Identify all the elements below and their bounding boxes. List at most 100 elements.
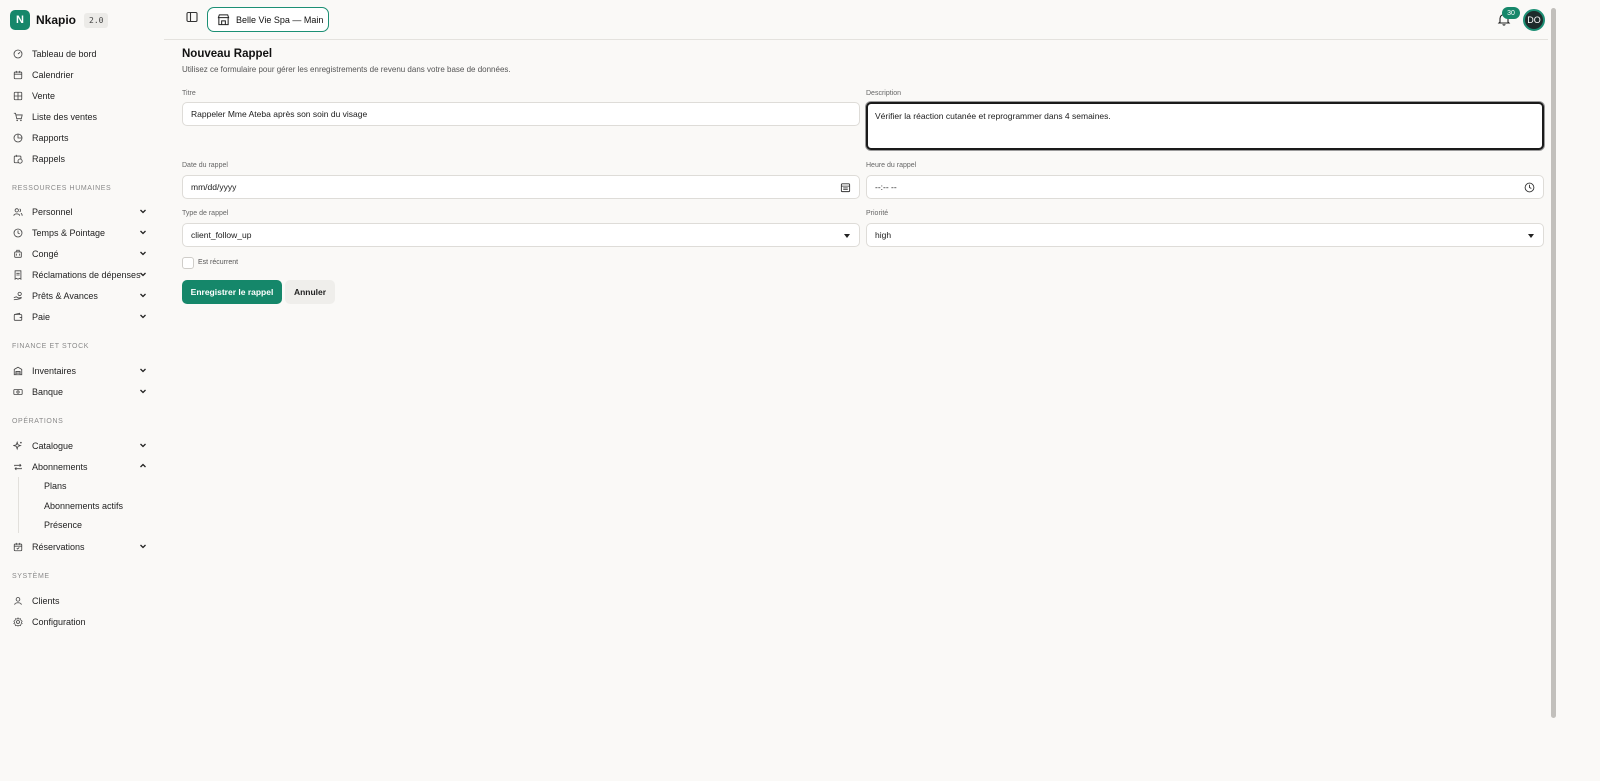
sidebar-item-dashboard[interactable]: Tableau de bord xyxy=(12,45,154,63)
clock-icon[interactable] xyxy=(1524,182,1535,193)
store-selector[interactable]: Belle Vie Spa — Main xyxy=(207,7,329,32)
sidebar-item-label: Configuration xyxy=(32,617,86,627)
repeat-icon xyxy=(12,461,24,473)
sidebar-item-label: Réclamations de dépenses xyxy=(32,270,141,280)
users-icon xyxy=(12,206,24,218)
sidebar-toggle-icon[interactable] xyxy=(186,11,198,23)
sidebar-subitem-active-subscriptions[interactable]: Abonnements actifs xyxy=(44,499,123,513)
avatar[interactable]: DO xyxy=(1523,9,1545,31)
store-icon xyxy=(217,14,230,26)
sidebar-item-sale[interactable]: Vente xyxy=(12,87,154,105)
priority-select[interactable]: high xyxy=(866,223,1544,247)
time-input[interactable]: --:-- -- xyxy=(866,175,1544,199)
date-input[interactable]: mm/dd/yyyy xyxy=(182,175,860,199)
luggage-icon xyxy=(12,248,24,260)
sidebar-item-time[interactable]: Temps & Pointage xyxy=(12,224,154,242)
topbar-divider xyxy=(164,39,1548,40)
sidebar-item-catalog[interactable]: Catalogue xyxy=(12,437,154,455)
sidebar-item-reports[interactable]: Rapports xyxy=(12,129,154,147)
cancel-button[interactable]: Annuler xyxy=(285,280,335,304)
description-label: Description xyxy=(866,90,902,97)
notification-count-badge: 30 xyxy=(1502,7,1520,19)
chevron-down-icon xyxy=(140,251,146,256)
clock-icon xyxy=(12,227,24,239)
sidebar: N Nkapio 2.0 Tableau de bord Calendrier … xyxy=(0,0,164,781)
caret-down-icon xyxy=(844,234,850,238)
sidebar-item-expenses[interactable]: Réclamations de dépenses xyxy=(12,266,154,284)
chevron-down-icon xyxy=(140,293,146,298)
section-label-hr: RESSOURCES HUMAINES xyxy=(12,185,112,192)
calendar-clock-icon xyxy=(12,153,24,165)
sidebar-item-leave[interactable]: Congé xyxy=(12,245,154,263)
cart-icon xyxy=(12,111,24,123)
user-icon xyxy=(12,595,24,607)
receipt-icon xyxy=(12,269,24,281)
save-reminder-button[interactable]: Enregistrer le rappel xyxy=(182,280,282,304)
sidebar-item-payroll[interactable]: Paie xyxy=(12,308,154,326)
title-input-value: Rappeler Mme Ateba après son soin du vis… xyxy=(191,109,368,119)
sidebar-subitem-plans[interactable]: Plans xyxy=(44,479,67,493)
chevron-down-icon xyxy=(140,230,146,235)
caret-down-icon xyxy=(1528,234,1534,238)
wallet-icon xyxy=(12,311,24,323)
scrollbar-thumb[interactable] xyxy=(1551,8,1556,718)
banknote-icon xyxy=(12,386,24,398)
brand[interactable]: N Nkapio 2.0 xyxy=(10,9,109,31)
sidebar-item-reminders[interactable]: Rappels xyxy=(12,150,154,168)
date-label: Date du rappel xyxy=(182,162,228,169)
sidebar-item-label: Banque xyxy=(32,387,64,397)
page-title: Nouveau Rappel xyxy=(182,48,273,60)
gauge-icon xyxy=(12,48,24,60)
section-label-operations: OPÉRATIONS xyxy=(12,418,64,425)
recurring-checkbox[interactable] xyxy=(182,257,194,269)
sidebar-item-label: Réservations xyxy=(32,542,85,552)
calendar-icon[interactable] xyxy=(840,182,851,193)
sidebar-item-label: Paie xyxy=(32,312,51,322)
recurring-label: Est récurrent xyxy=(198,259,239,266)
sidebar-item-label: Congé xyxy=(32,249,59,259)
sidebar-item-reservations[interactable]: Réservations xyxy=(12,538,154,556)
grid-icon xyxy=(12,90,24,102)
sidebar-item-subscriptions[interactable]: Abonnements xyxy=(12,458,154,476)
sidebar-item-bank[interactable]: Banque xyxy=(12,383,154,401)
type-select[interactable]: client_follow_up xyxy=(182,223,860,247)
type-label: Type de rappel xyxy=(182,210,229,217)
sparkles-icon xyxy=(12,440,24,452)
chevron-down-icon xyxy=(140,272,146,277)
title-input[interactable]: Rappeler Mme Ateba après son soin du vis… xyxy=(182,102,860,126)
version-badge: 2.0 xyxy=(84,12,109,28)
sidebar-item-label: Personnel xyxy=(32,207,73,217)
description-textarea[interactable]: Vérifier la réaction cutanée et reprogra… xyxy=(866,102,1544,150)
sidebar-item-configuration[interactable]: Configuration xyxy=(12,613,154,631)
sidebar-item-loans[interactable]: Prêts & Avances xyxy=(12,287,154,305)
gear-icon xyxy=(12,616,24,628)
sidebar-item-label: Temps & Pointage xyxy=(32,228,106,238)
sidebar-item-label: Vente xyxy=(32,91,56,101)
brand-logo: N xyxy=(10,10,30,30)
chevron-down-icon xyxy=(140,544,146,549)
sidebar-item-label: Liste des ventes xyxy=(32,112,98,122)
sidebar-item-inventory[interactable]: Inventaires xyxy=(12,362,154,380)
hand-coins-icon xyxy=(12,290,24,302)
sidebar-item-staff[interactable]: Personnel xyxy=(12,203,154,221)
sidebar-item-clients[interactable]: Clients xyxy=(12,592,154,610)
priority-label: Priorité xyxy=(866,210,889,217)
submenu-guide-line xyxy=(18,477,19,533)
calendar-icon xyxy=(12,69,24,81)
sidebar-item-label: Rapports xyxy=(32,133,69,143)
warehouse-icon xyxy=(12,365,24,377)
sidebar-item-sales-list[interactable]: Liste des ventes xyxy=(12,108,154,126)
chevron-down-icon xyxy=(140,314,146,319)
type-select-value: client_follow_up xyxy=(191,230,252,240)
sidebar-subitem-attendance[interactable]: Présence xyxy=(44,518,82,532)
pie-chart-icon xyxy=(12,132,24,144)
sidebar-item-calendar[interactable]: Calendrier xyxy=(12,66,154,84)
sidebar-item-label: Prêts & Avances xyxy=(32,291,98,301)
priority-select-value: high xyxy=(875,230,892,240)
sidebar-item-label: Calendrier xyxy=(32,70,74,80)
calendar-check-icon xyxy=(12,541,24,553)
store-name: Belle Vie Spa — Main xyxy=(236,14,324,25)
chevron-down-icon xyxy=(140,368,146,373)
sidebar-item-label: Tableau de bord xyxy=(32,49,97,59)
description-textarea-value: Vérifier la réaction cutanée et reprogra… xyxy=(875,111,1111,121)
